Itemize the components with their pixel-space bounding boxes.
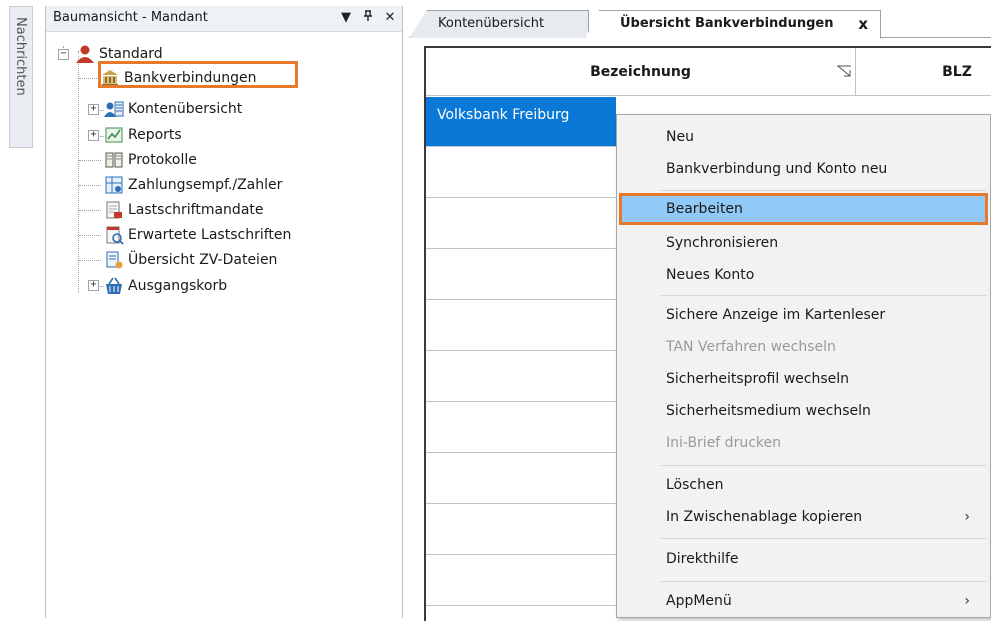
cell-bezeichnung: Volksbank Freiburg: [437, 107, 570, 123]
chevron-right-icon: ›: [964, 509, 970, 525]
tree-panel-title: Baumansicht - Mandant: [53, 10, 208, 25]
panel-pin-icon[interactable]: [360, 10, 376, 26]
tree-connector: [79, 160, 101, 161]
table-row-empty: [426, 199, 616, 249]
menu-separator: [661, 295, 986, 296]
table-row-empty: [426, 352, 616, 402]
tree-node-protokolle[interactable]: Protokolle: [104, 148, 197, 172]
close-tab-icon[interactable]: x: [858, 11, 868, 37]
tree-label: Kontenübersicht: [128, 101, 243, 117]
side-tab-nachrichten[interactable]: Nachrichten: [9, 6, 33, 148]
tree-connector: [79, 235, 101, 236]
menu-item-direkthilfe[interactable]: Direkthilfe: [619, 543, 988, 575]
tree-node-lastschriftmandate[interactable]: Lastschriftmandate: [104, 198, 264, 222]
context-menu: Neu Bankverbindung und Konto neu Bearbei…: [616, 114, 991, 618]
table-row-empty: [426, 301, 616, 351]
accounts-icon: [104, 99, 124, 119]
table-row-empty: [426, 403, 616, 453]
tree-label: Ausgangskorb: [128, 278, 228, 294]
tree-node-kontenuebersicht[interactable]: Kontenübersicht: [104, 97, 242, 121]
tree-node-reports[interactable]: Reports: [104, 123, 182, 147]
tree-connector: [78, 51, 79, 293]
payee-icon: [104, 175, 124, 195]
tab-label: Kontenübersicht: [438, 16, 545, 31]
menu-separator: [661, 190, 986, 191]
menu-item-bearbeiten[interactable]: Bearbeiten: [619, 193, 988, 225]
zv-files-icon: [104, 250, 124, 270]
menu-item-label: In Zwischenablage kopieren: [666, 509, 863, 525]
tree-panel-header: Baumansicht - Mandant ▼ ✕: [46, 6, 402, 32]
basket-icon: [104, 276, 124, 296]
tree-label: Zahlungsempf./Zahler: [128, 177, 283, 193]
table-row-empty: [426, 148, 616, 198]
panel-close-icon[interactable]: ✕: [382, 10, 398, 26]
menu-item-sicherheitsmedium[interactable]: Sicherheitsmedium wechseln: [619, 395, 988, 427]
mandate-icon: [104, 200, 124, 220]
user-icon: [75, 44, 95, 64]
side-tab-label: Nachrichten: [13, 17, 28, 96]
menu-separator: [661, 465, 986, 466]
menu-item-loeschen[interactable]: Löschen: [619, 469, 988, 501]
table-row-empty: [426, 505, 616, 555]
menu-item-label: AppMenü: [666, 593, 732, 609]
tree-connector: [79, 78, 97, 79]
chevron-right-icon: ›: [964, 593, 970, 609]
collapse-icon[interactable]: −: [58, 48, 69, 60]
book-icon: [104, 150, 124, 170]
tree-panel: Baumansicht - Mandant ▼ ✕ − Standard Ban…: [45, 6, 403, 618]
panel-dropdown-icon[interactable]: ▼: [338, 10, 354, 26]
expected-debits-icon: [104, 225, 124, 245]
expand-icon[interactable]: +: [88, 130, 99, 141]
menu-item-sichere-anzeige[interactable]: Sichere Anzeige im Kartenleser: [619, 299, 988, 331]
tree-label: Standard: [99, 46, 163, 62]
tree-node-uebersicht-zv[interactable]: Übersicht ZV-Dateien: [104, 248, 277, 272]
menu-separator: [661, 581, 986, 582]
reports-icon: [104, 125, 124, 145]
menu-item-synchronisieren[interactable]: Synchronisieren: [619, 227, 988, 259]
menu-item-sicherheitsprofil[interactable]: Sicherheitsprofil wechseln: [619, 363, 988, 395]
tree-connector: [79, 210, 101, 211]
column-header-bezeichnung[interactable]: Bezeichnung: [426, 48, 856, 96]
table-row-empty: [426, 250, 616, 300]
column-header-blz[interactable]: BLZ: [857, 48, 991, 96]
tree-connector: [79, 260, 101, 261]
tree-label: Lastschriftmandate: [128, 202, 264, 218]
annotation-highlight-bankverbindungen: [98, 61, 298, 88]
menu-item-appmenue[interactable]: AppMenü ›: [619, 585, 988, 617]
menu-item-bankverbindung-konto-neu[interactable]: Bankverbindung und Konto neu: [619, 153, 988, 185]
menu-item-ini-brief: Ini-Brief drucken: [666, 435, 781, 451]
menu-item-tan-verfahren: TAN Verfahren wechseln: [666, 339, 836, 355]
tree-node-zahlungsempf[interactable]: Zahlungsempf./Zahler: [104, 173, 282, 197]
tree-label: Reports: [128, 127, 182, 143]
tree-node-erwartete-lastschriften[interactable]: Erwartete Lastschriften: [104, 223, 291, 247]
tab-label: Übersicht Bankverbindungen: [620, 16, 834, 31]
expand-icon[interactable]: +: [88, 104, 99, 115]
table-row-selected[interactable]: Volksbank Freiburg: [426, 97, 616, 147]
tree-label: Übersicht ZV-Dateien: [128, 252, 278, 268]
tab-strip: Kontenübersicht Übersicht Bankverbindung…: [409, 6, 991, 39]
filter-icon[interactable]: [836, 64, 852, 81]
expand-icon[interactable]: +: [88, 280, 99, 291]
tree-connector: [79, 185, 101, 186]
table-row-empty: [426, 556, 616, 606]
menu-item-neu[interactable]: Neu: [619, 121, 988, 153]
tab-kontenuebersicht[interactable]: Kontenübersicht: [409, 10, 589, 38]
grid-header: Bezeichnung BLZ: [426, 48, 991, 96]
menu-item-neues-konto[interactable]: Neues Konto: [619, 259, 988, 291]
tree-label: Protokolle: [128, 152, 197, 168]
table-row-empty: [426, 454, 616, 504]
tree-node-ausgangskorb[interactable]: Ausgangskorb: [104, 274, 227, 298]
tree-label: Erwartete Lastschriften: [128, 227, 292, 243]
tab-uebersicht-bankverbindungen[interactable]: Übersicht Bankverbindungen x: [585, 10, 881, 39]
menu-item-zwischenablage[interactable]: In Zwischenablage kopieren ›: [619, 501, 988, 533]
menu-separator: [661, 538, 986, 539]
